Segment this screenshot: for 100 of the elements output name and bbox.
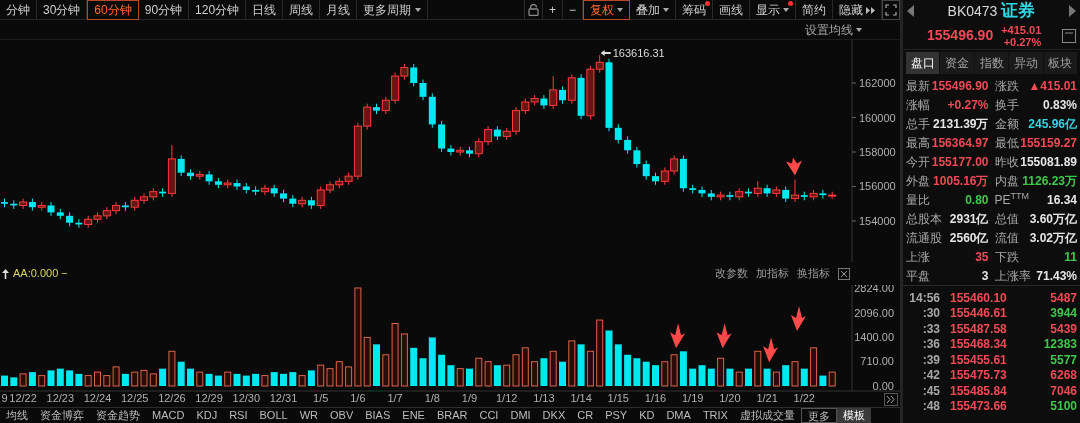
axis-label: 2824.00 — [854, 285, 894, 294]
indicator-tab[interactable]: DMI — [504, 408, 537, 423]
quote-label: 平盘 — [906, 267, 930, 285]
trade-time: :30 — [921, 305, 940, 323]
date-label: 1/13 — [533, 392, 555, 404]
period-tab[interactable]: 60分钟 — [87, 0, 139, 20]
date-label: 1/20 — [719, 392, 741, 404]
period-tab[interactable]: 120分钟 — [189, 0, 247, 20]
quote-label: 量比 — [906, 191, 930, 209]
toolbar-button[interactable]: 复权 — [583, 0, 630, 20]
toolbar-button[interactable]: 叠加 — [630, 0, 676, 20]
toolbar-button[interactable]: 显示 — [750, 0, 796, 20]
indicator-tab[interactable]: OBV — [324, 408, 360, 423]
toolbar-button[interactable]: 画线 — [713, 0, 750, 20]
trade-price: 155446.61 — [950, 305, 1007, 323]
period-tab[interactable]: 月线 — [320, 0, 358, 20]
moving-average-settings[interactable]: 设置均线 — [805, 20, 862, 39]
indicator-tab[interactable]: 资金博弈 — [34, 408, 90, 423]
indicator-tab[interactable]: KDJ — [190, 408, 224, 423]
stock-name: 证券 — [1001, 0, 1036, 23]
date-label: 12/22 — [9, 392, 37, 404]
toolbar-button[interactable]: − — [563, 0, 583, 20]
toolbar-button[interactable]: + — [542, 0, 563, 20]
quote-label: 总股本 — [906, 210, 942, 228]
quote-value: 245.96亿 — [1028, 115, 1077, 133]
panel-tab[interactable]: 盘口 — [906, 52, 940, 74]
indicator-tab[interactable]: TRIX — [696, 408, 734, 423]
quote-label: 外盘 — [906, 172, 930, 190]
indicator-tab[interactable]: DMA — [660, 408, 697, 423]
panel-tab[interactable]: 指数 — [973, 52, 1009, 74]
indicator-tab[interactable]: 均线 — [0, 408, 34, 423]
axis-label: 2096.00 — [854, 307, 894, 320]
panel-tab[interactable]: 异动 — [1008, 52, 1043, 74]
quote-label: 最高 — [906, 134, 930, 152]
quote-value: 2931亿 — [949, 210, 989, 228]
quote-value: 1005.16万 — [933, 172, 989, 190]
quote-label: 下跌 — [994, 248, 1019, 266]
period-tab[interactable]: 90分钟 — [138, 0, 190, 20]
indicator-tab[interactable]: BIAS — [359, 408, 397, 423]
period-tab[interactable]: 周线 — [283, 0, 321, 20]
quote-value: 155177.00 — [931, 153, 989, 171]
indicator-tab[interactable]: CR — [571, 408, 600, 423]
period-tab[interactable]: 日线 — [246, 0, 284, 20]
toolbar-button[interactable]: 隐藏 — [833, 0, 882, 20]
trade-volume: 5100 — [1050, 398, 1077, 416]
trade-volume: 6268 — [1050, 367, 1077, 385]
trade-price: 155460.10 — [950, 289, 1007, 307]
more-periods-dropdown[interactable]: 更多周期 — [357, 0, 429, 20]
indicator-action[interactable]: 换指标 — [797, 265, 830, 282]
quote-value: 0.80 — [965, 191, 989, 209]
indicator-tab[interactable]: RSI — [223, 408, 254, 423]
quote-label: 最新 — [906, 77, 930, 95]
indicator-action[interactable]: 改参数 — [715, 265, 748, 282]
indicator-tab[interactable]: ENE — [396, 408, 431, 423]
quote-value: 0.83% — [1042, 96, 1077, 114]
period-tab[interactable]: 分钟 — [0, 0, 37, 20]
quote-value: 3.60万亿 — [1029, 210, 1077, 228]
panel-tab[interactable]: 资金 — [939, 52, 974, 74]
indicator-tab[interactable]: BRAR — [430, 408, 474, 423]
indicator-tab[interactable]: 模板 — [836, 408, 871, 423]
trade-volume: 5439 — [1050, 320, 1077, 338]
trade-price: 155468.34 — [950, 336, 1007, 354]
quote-label: 流通股 — [906, 229, 942, 247]
quote-value: 155081.89 — [1020, 153, 1077, 171]
quote-label: 涨跌 — [994, 77, 1019, 95]
panel-tab[interactable]: 板块 — [1042, 52, 1078, 74]
quote-label: 昨收 — [994, 153, 1019, 171]
quote-value: 71.43% — [1036, 267, 1077, 285]
indicator-tab[interactable]: DKX — [536, 408, 572, 423]
quote-value: 155159.27 — [1020, 134, 1077, 152]
indicator-tab[interactable]: KD — [633, 408, 661, 423]
toolbar-button[interactable]: 简约 — [796, 0, 833, 20]
date-label: 12/30 — [232, 392, 261, 404]
trade-price: 155473.66 — [950, 398, 1007, 416]
indicator-tab[interactable]: BOLL — [253, 408, 294, 423]
date-label: 1/9 — [461, 392, 478, 404]
axis-label: 1400.00 — [854, 331, 894, 344]
indicator-tab[interactable]: 虚拟成交量 — [733, 408, 801, 423]
quote-label: 涨幅 — [906, 96, 930, 114]
trade-time: :45 — [921, 382, 940, 400]
axis-label: 154000 — [859, 215, 896, 227]
quote-label: 总手 — [906, 115, 930, 133]
quote-value: ▲415.01 — [1028, 77, 1077, 95]
quote-label: 换手 — [994, 96, 1019, 114]
stock-code: BK0473 — [947, 1, 998, 21]
trade-price: 155485.84 — [950, 382, 1007, 400]
indicator-tab[interactable]: PSY — [599, 408, 634, 423]
indicator-tab[interactable]: 更多 — [800, 408, 837, 423]
max-price-label: 163616.31 — [612, 47, 665, 60]
indicator-tab[interactable]: CCI — [473, 408, 505, 423]
indicator-tab[interactable]: MACD — [146, 408, 191, 423]
toolbar-button[interactable]: 筹码 — [676, 0, 713, 20]
indicator-tab[interactable]: WR — [293, 408, 324, 423]
indicator-tab[interactable]: 资金趋势 — [90, 408, 146, 423]
period-tab[interactable]: 30分钟 — [37, 0, 88, 20]
date-label: 12/25 — [120, 392, 149, 404]
date-label: 12/29 — [195, 392, 223, 404]
trade-volume: 5487 — [1050, 289, 1077, 307]
indicator-action[interactable]: 加指标 — [756, 265, 789, 282]
quote-value: 1126.23万 — [1022, 172, 1077, 190]
